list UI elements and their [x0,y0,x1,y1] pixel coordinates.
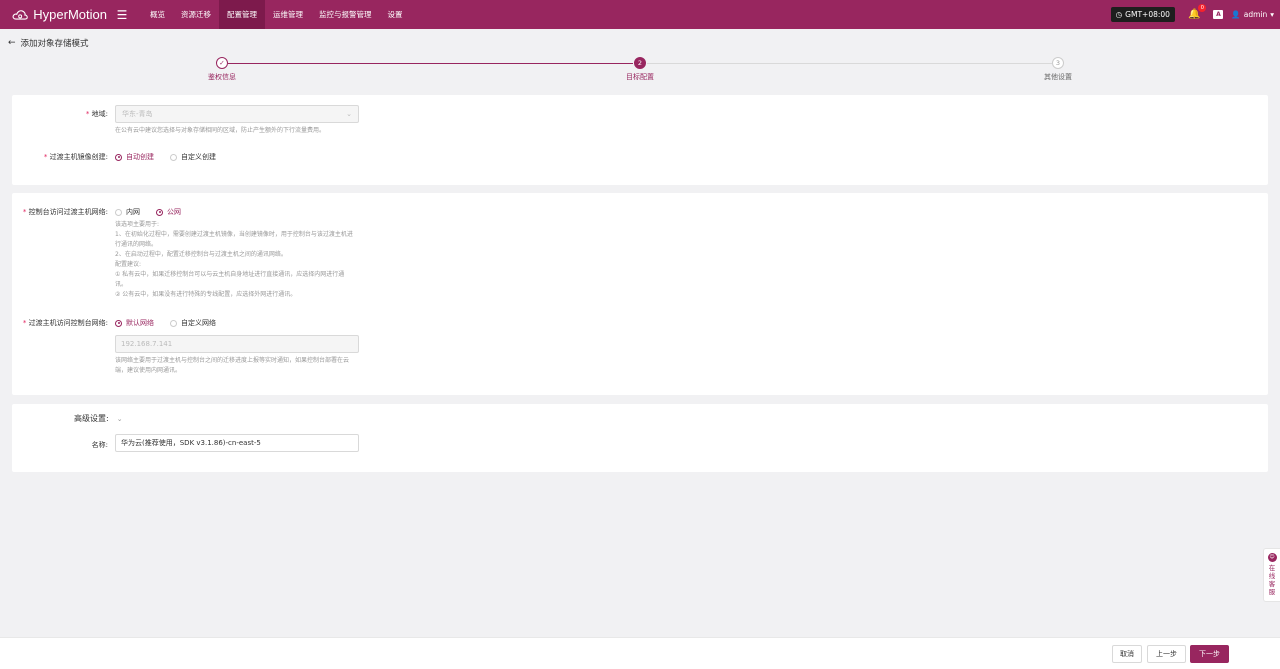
radio-checked-icon [156,208,163,216]
radio-unchecked-icon [170,319,177,327]
nav-item-migration[interactable]: 资源迁移 [173,0,219,29]
clock-icon: ◷ [1115,10,1123,19]
online-service-label: 在线客服 [1268,564,1276,596]
user-icon: 👤 [1231,10,1241,19]
nav-item-overview[interactable]: 概览 [142,0,173,29]
host-network-label: * 过渡主机访问控制台网络: [22,319,108,327]
footer-bar: 取消 上一步 下一步 [0,637,1280,669]
chevron-down-icon: ▾ [1270,10,1274,19]
notification-badge: 0 [1198,4,1207,12]
hamburger-menu-icon[interactable]: ☰ [112,8,132,22]
host-network-radios: 默认网络 自定义网络 [115,318,216,328]
nav-item-config[interactable]: 配置管理 [219,0,265,29]
step-3-pending-marker: 3 [1052,57,1064,69]
advanced-card: 高级设置: ⌄ 名称: 华为云(推荐使用，SDK v3.1.86)-cn-eas… [12,404,1268,472]
wizard-steps: ✓ 鉴权信息 2 目标配置 3 其他设置 [0,56,1280,86]
page-header: ← 添加对象存储模式 [8,37,89,49]
timezone-badge[interactable]: ◷ GMT+08:00 [1110,7,1175,22]
radio-intranet[interactable]: 内网 [115,207,140,217]
online-service-button[interactable]: ☺ 在线客服 [1263,548,1280,602]
name-input[interactable]: 华为云(推荐使用，SDK v3.1.86)-cn-east-5 [115,434,359,452]
radio-default-network[interactable]: 默认网络 [115,318,154,328]
step-connector-done [228,63,633,64]
host-network-hint: 该网络主要用于过渡主机与控制台之间的迁移进度上报等实时通知，如果控制台部署在云 … [115,357,350,374]
radio-public-network[interactable]: 公网 [156,207,181,217]
region-select[interactable]: 华东-青岛 ⌄ [115,105,359,123]
radio-custom-create[interactable]: 自定义创建 [170,152,216,162]
username: admin [1243,10,1268,19]
radio-auto-create[interactable]: 自动创建 [115,152,154,162]
network-card: * 控制台访问过渡主机网络: 内网 公网 该选项主要用于: 1、在初始化过程中，… [12,193,1268,395]
radio-unchecked-icon [170,153,177,161]
console-network-hint: 该选项主要用于: 1、在初始化过程中，需要创建过渡主机镜像，当创建镜像时，用于控… [115,221,353,298]
previous-button[interactable]: 上一步 [1147,645,1186,663]
timezone-label: GMT+08:00 [1125,10,1170,19]
host-ip-input[interactable]: 192.168.7.141 [115,335,359,353]
user-menu[interactable]: 👤 admin ▾ [1231,10,1274,19]
customer-service-icon: ☺ [1267,553,1277,562]
chevron-down-icon: ⌄ [116,414,123,423]
next-button[interactable]: 下一步 [1190,645,1229,663]
step-3-label: 其他设置 [1044,73,1072,81]
step-1-done-marker: ✓ [216,57,228,69]
chevron-down-icon: ⌄ [346,110,352,118]
language-icon[interactable]: A [1213,10,1224,19]
region-label: * 地域: [85,110,108,118]
region-value: 华东-青岛 [122,110,153,118]
name-label: 名称: [91,441,108,449]
console-network-label: * 控制台访问过渡主机网络: [22,208,108,216]
back-arrow-icon[interactable]: ← [8,38,16,48]
nav-item-monitoring[interactable]: 监控与报警管理 [311,0,380,29]
cancel-button[interactable]: 取消 [1112,645,1142,663]
image-creation-label: * 过渡主机镜像创建: [43,153,108,161]
radio-custom-network[interactable]: 自定义网络 [170,318,216,328]
check-icon: ✓ [219,59,225,67]
cloud-logo-icon [12,9,28,20]
advanced-label: 高级设置: [74,414,109,423]
region-hint: 在公有云中建议您选择与对象存储相同的区域，防止产生额外的下行流量费用。 [115,127,326,134]
radio-checked-icon [115,153,122,161]
page-title: 添加对象存储模式 [20,39,89,49]
radio-unchecked-icon [115,208,122,216]
notification-bell[interactable]: 🔔 0 [1188,4,1207,20]
region-card: * 地域: 华东-青岛 ⌄ 在公有云中建议您选择与对象存储相同的区域，防止产生额… [12,95,1268,185]
step-2-current-marker: 2 [634,57,646,69]
image-creation-radios: 自动创建 自定义创建 [115,152,216,162]
console-network-radios: 内网 公网 [115,207,181,217]
brand-name: HyperMotion [33,7,107,22]
top-navigation-bar: HyperMotion ☰ 概览 资源迁移 配置管理 运维管理 监控与报警管理 … [0,0,1280,29]
main-nav: 概览 资源迁移 配置管理 运维管理 监控与报警管理 设置 [142,0,411,29]
nav-item-settings[interactable]: 设置 [380,0,411,29]
nav-item-ops[interactable]: 运维管理 [265,0,311,29]
step-connector-pending [647,63,1052,64]
brand-logo[interactable]: HyperMotion [12,6,107,24]
advanced-toggle[interactable]: 高级设置: ⌄ [74,413,123,424]
step-1-label: 鉴权信息 [208,73,236,81]
radio-checked-icon [115,319,122,327]
step-2-label: 目标配置 [626,73,654,81]
